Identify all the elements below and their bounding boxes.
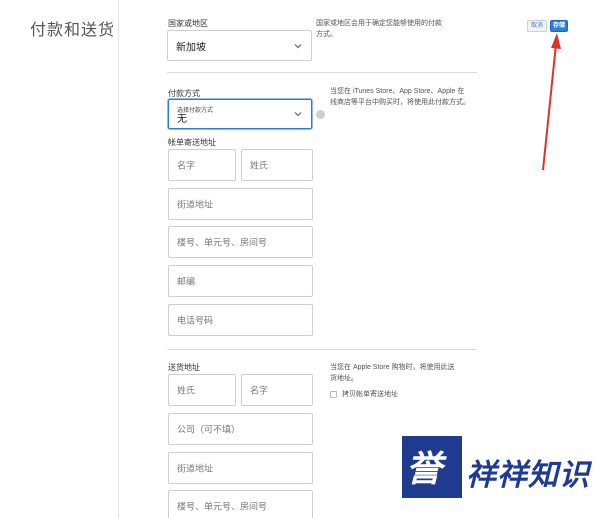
copy-billing-label[interactable]: 拷贝帐单寄送地址	[342, 389, 398, 400]
payment-help: 当您在 iTunes Store、App Store、Apple 在 线商店等平…	[330, 88, 470, 106]
divider	[167, 72, 477, 73]
shipping-company-field[interactable]: 公司（可不填）	[168, 413, 313, 445]
billing-unit-field[interactable]: 楼号、单元号、房间号	[168, 226, 313, 258]
info-icon[interactable]	[316, 110, 325, 119]
page: 付款和送货 取消 存储 国家或地区 新加坡 国家或地区会用于确定您能够使用的付款…	[0, 0, 600, 518]
watermark-logo: 誉	[402, 436, 462, 498]
shipping-label: 送货地址	[168, 363, 200, 372]
billing-postal-field[interactable]: 邮编	[168, 265, 313, 297]
watermark-text: 祥祥知识	[466, 458, 590, 493]
payment-label: 付款方式	[168, 89, 200, 98]
shipping-help: 当您在 Apple Store 购物时，将使用此送 货地址。	[330, 364, 455, 382]
payment-method-select[interactable]: 选择付款方式 无	[168, 99, 312, 129]
billing-street-field[interactable]: 街道地址	[168, 188, 313, 220]
billing-label: 帐单寄送地址	[168, 138, 216, 147]
billing-first-name-field[interactable]: 名字	[168, 149, 236, 181]
shipping-last-name-field[interactable]: 姓氏	[168, 374, 236, 406]
chevron-down-icon	[294, 112, 302, 117]
divider	[167, 349, 477, 350]
billing-phone-field[interactable]: 电话号码	[168, 304, 313, 336]
country-help: 国家或地区会用于确定您能够使用的付款 方式。	[316, 20, 442, 38]
billing-last-name-field[interactable]: 姓氏	[241, 149, 313, 181]
country-label: 国家或地区	[168, 19, 208, 28]
shipping-street-field[interactable]: 街道地址	[168, 452, 313, 484]
shipping-unit-field[interactable]: 楼号、单元号、房间号	[168, 490, 313, 518]
payment-value: 无	[177, 114, 187, 125]
country-select[interactable]: 新加坡	[167, 30, 312, 61]
copy-billing-checkbox[interactable]	[330, 391, 337, 398]
chevron-down-icon	[294, 43, 302, 48]
shipping-first-name-field[interactable]: 名字	[241, 374, 313, 406]
country-value: 新加坡	[176, 42, 206, 53]
